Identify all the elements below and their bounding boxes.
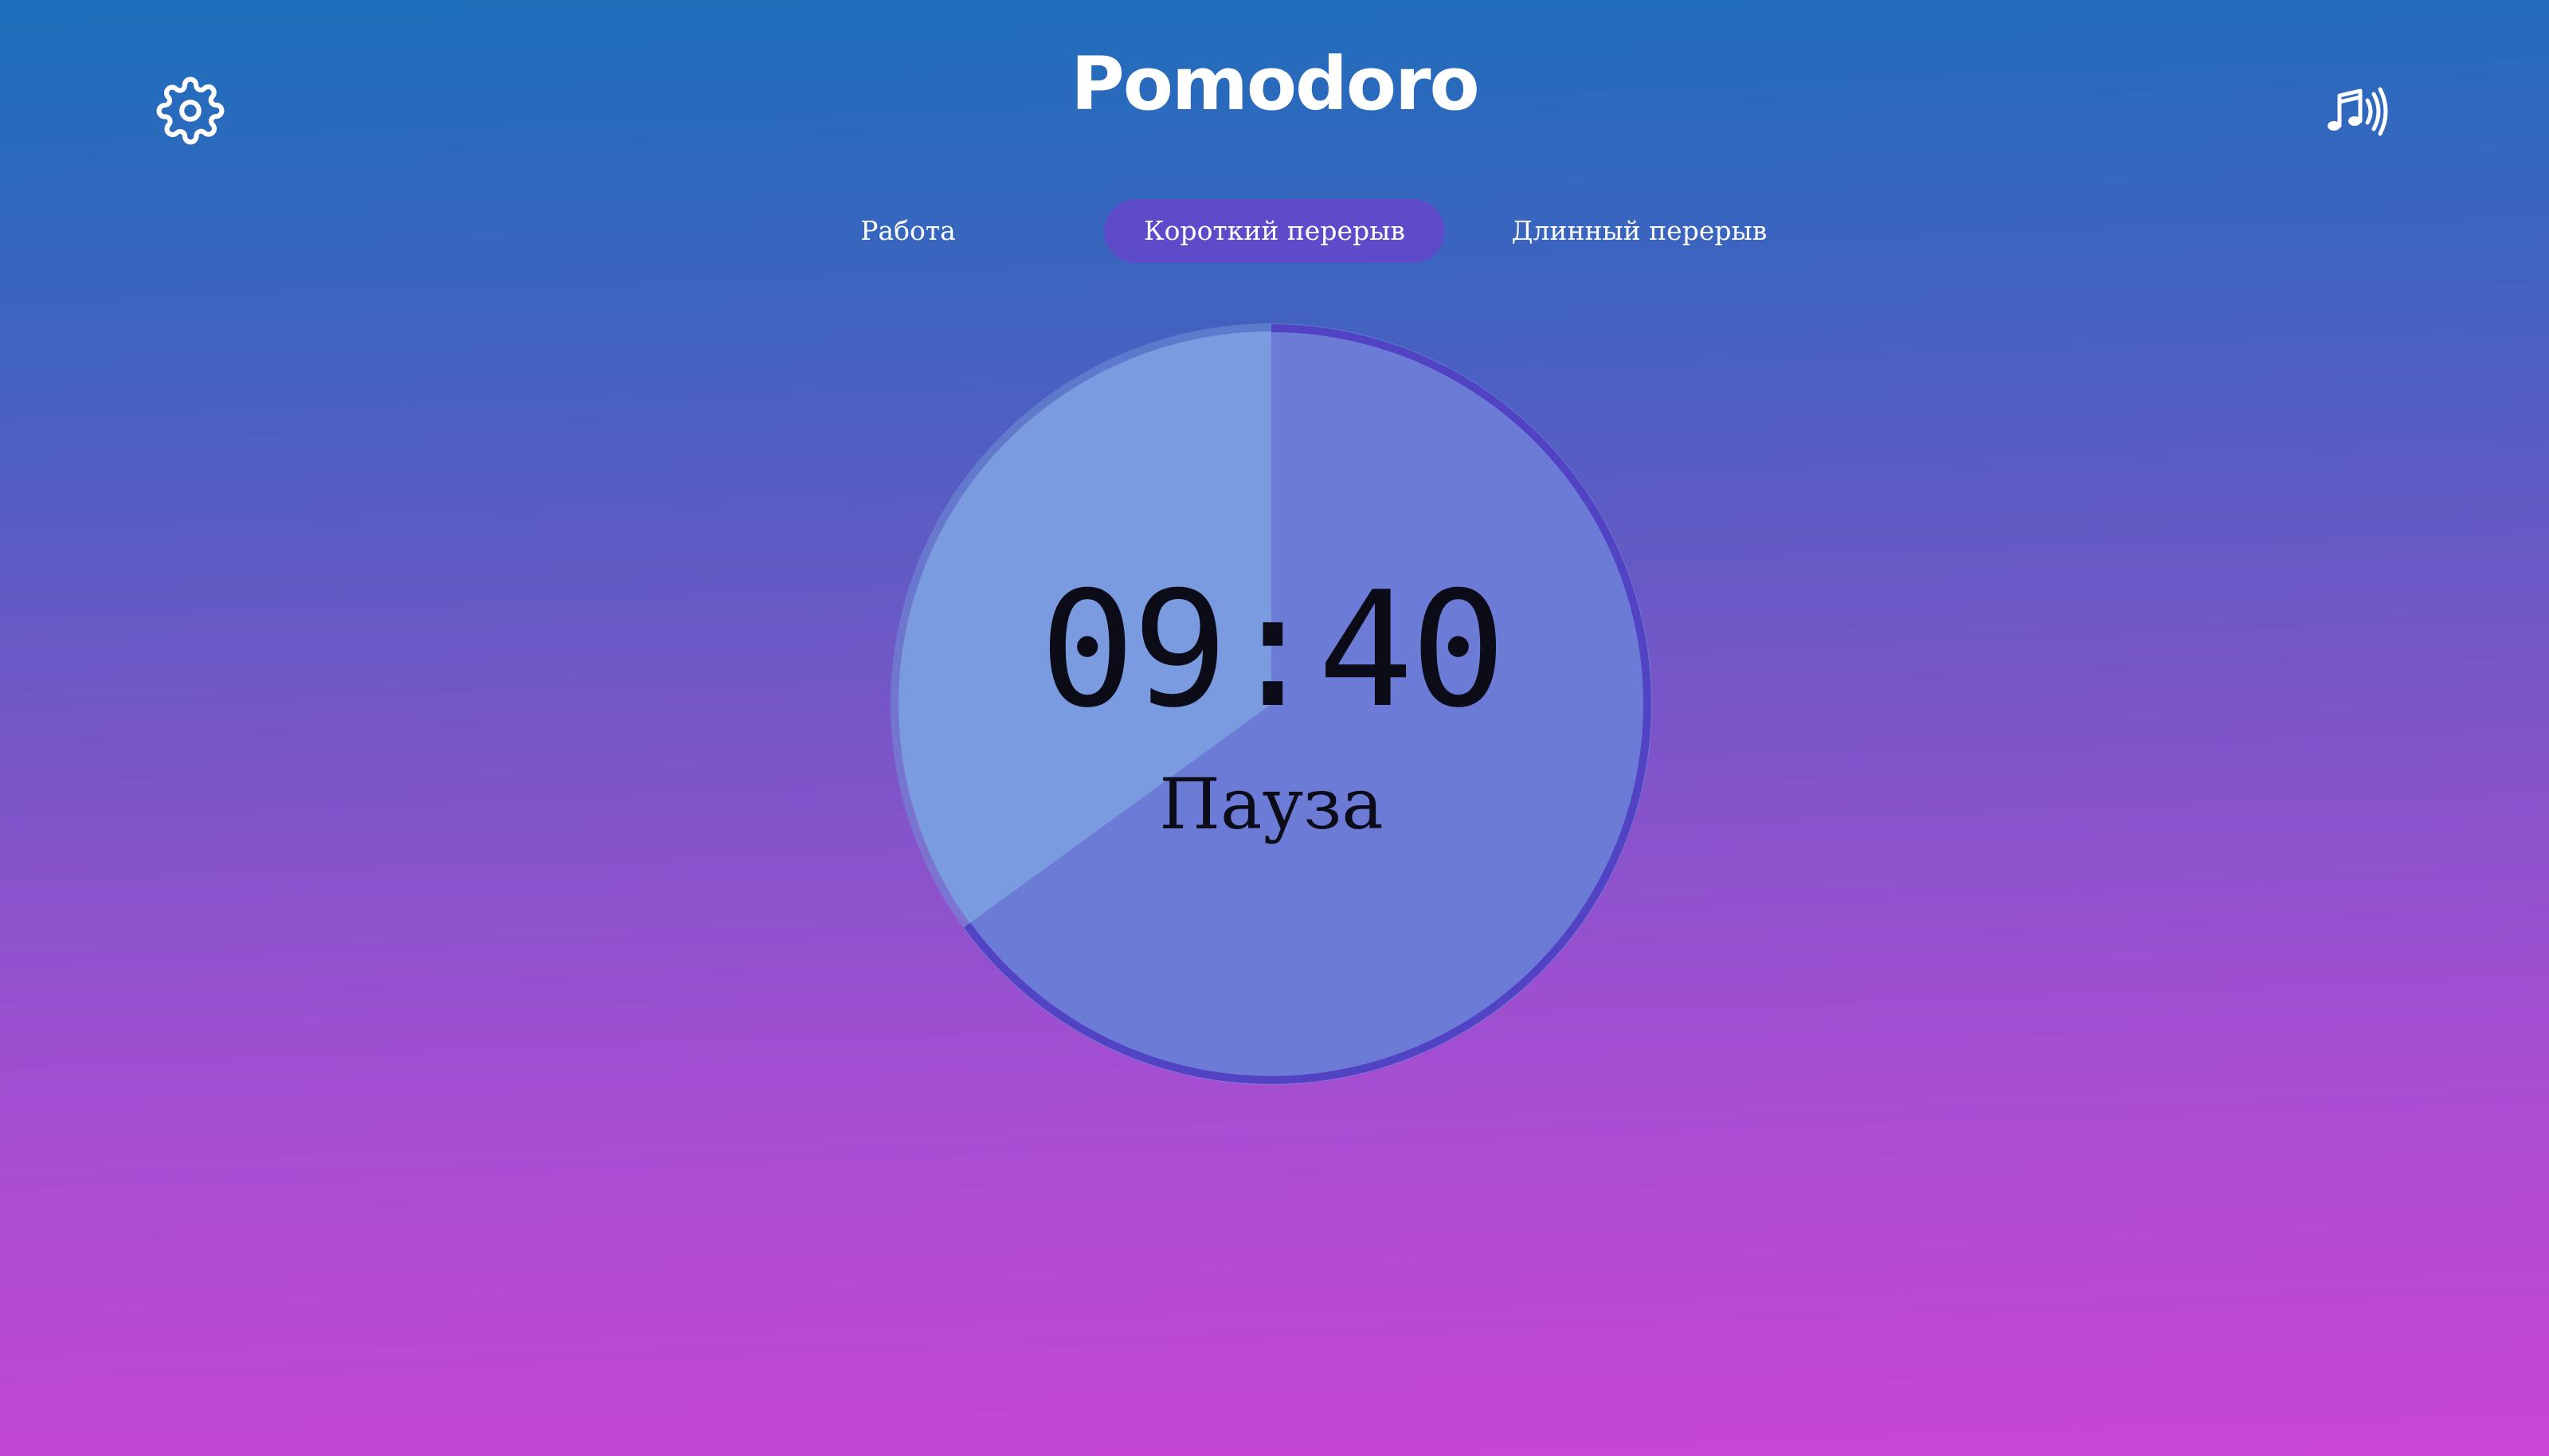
tab-work[interactable]: Работа	[828, 199, 988, 263]
timer-display: 09:40	[1039, 558, 1506, 743]
timer-dial[interactable]: 09:40 Пауза	[886, 319, 1657, 1090]
app-title: Pomodoro	[1071, 41, 1479, 127]
tab-long-break[interactable]: Длинный перерыв	[1482, 199, 1797, 263]
timer-status: Пауза	[1159, 763, 1384, 845]
music-sound-icon	[2328, 87, 2388, 136]
tab-short-break[interactable]: Короткий перерыв	[1104, 199, 1445, 263]
sound-button[interactable]	[2324, 86, 2388, 137]
mode-tabs: Работа Короткий перерыв Длинный перерыв	[0, 199, 2549, 263]
